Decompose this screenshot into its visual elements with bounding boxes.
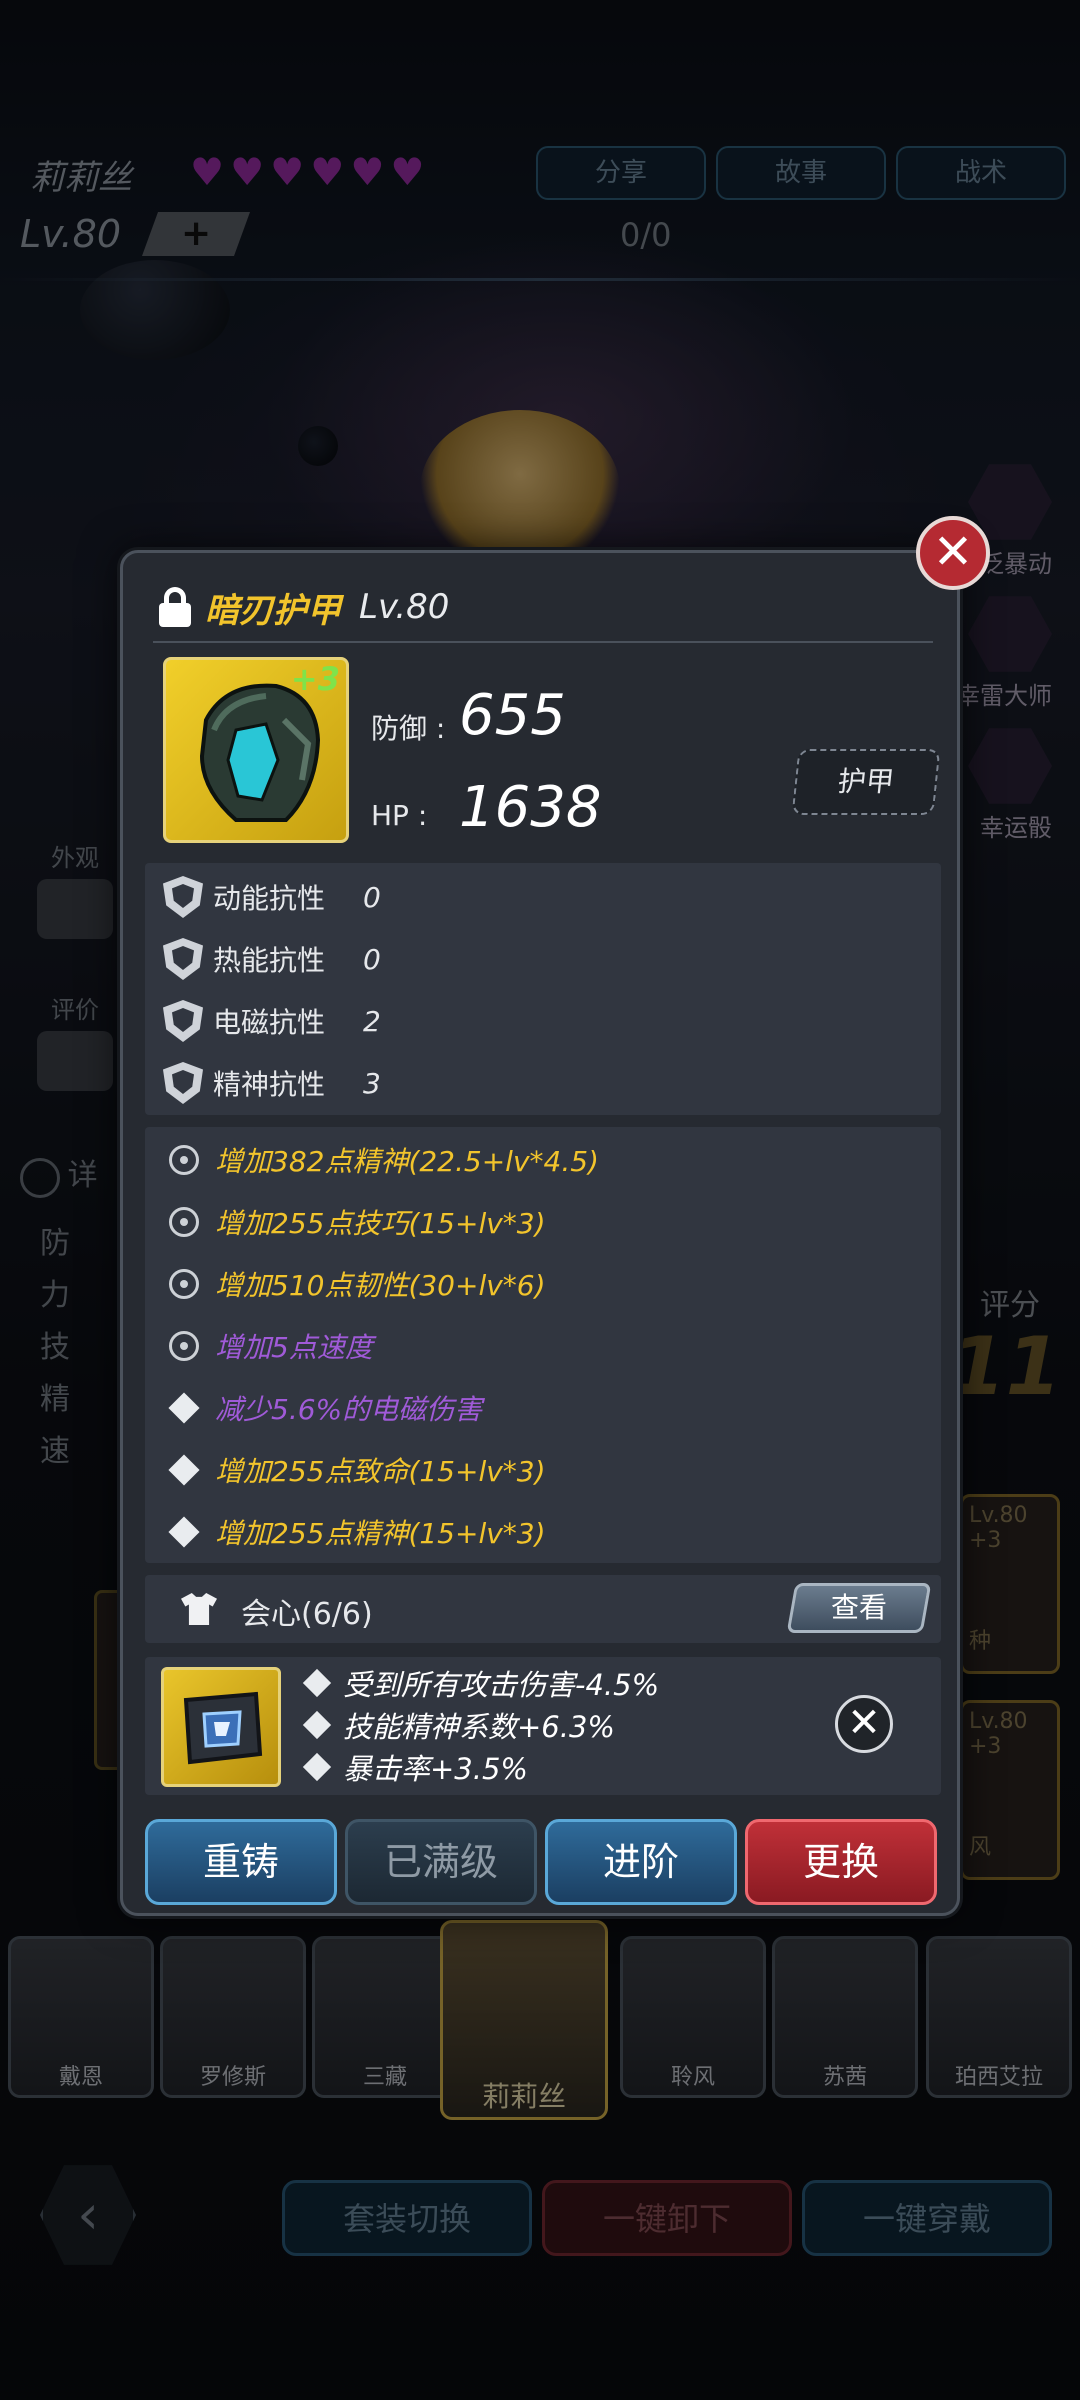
item-type-tag: 护甲 — [791, 749, 941, 815]
lock-icon[interactable] — [159, 587, 191, 627]
electromagnetic-shield-icon — [163, 1000, 203, 1042]
gear-icon — [169, 1331, 199, 1361]
view-set-button[interactable]: 查看 — [786, 1583, 932, 1633]
resistance-row: 动能抗性 0 — [163, 873, 381, 921]
chip-icon[interactable] — [161, 1667, 281, 1787]
title-divider — [153, 641, 933, 643]
gem-effect-text: 受到所有攻击伤害-4.5% — [343, 1668, 660, 1702]
resistance-name: 热能抗性 — [213, 944, 326, 977]
attribute-row: 增加382点精神(22.5+lv*4.5) — [169, 1137, 599, 1183]
gem-effect: 暴击率+3.5% — [302, 1747, 528, 1787]
attribute-row: 增加5点速度 — [169, 1323, 373, 1369]
attribute-row: 增加255点精神(15+lv*3) — [168, 1509, 546, 1555]
attribute-text: 增加5点速度 — [215, 1331, 373, 1364]
set-bonus-row: 会心(6/6) 查看 — [145, 1575, 941, 1643]
gem-effect-text: 技能精神系数+6.3% — [343, 1710, 615, 1744]
defense-value: 655 — [459, 683, 566, 748]
kinetic-shield-icon — [163, 876, 203, 918]
remove-gem-button[interactable]: ✕ — [835, 1695, 893, 1753]
item-name: 暗刃护甲 — [205, 590, 341, 631]
resistance-value: 2 — [363, 1004, 381, 1038]
equipment-detail-modal: 暗刃护甲 Lv.80 +3 防御 : 655 HP : 1638 护甲 动能抗性… — [120, 550, 960, 1916]
close-modal-button[interactable]: ✕ — [916, 516, 990, 590]
close-icon: ✕ — [932, 524, 974, 580]
resistance-name: 动能抗性 — [213, 882, 326, 915]
attribute-text: 增加255点精神(15+lv*3) — [215, 1517, 546, 1550]
diamond-icon — [168, 1454, 200, 1486]
attribute-row: 增加510点韧性(30+lv*6) — [169, 1261, 546, 1307]
gear-icon — [169, 1207, 199, 1237]
enhance-level: +3 — [290, 660, 340, 698]
gear-icon — [169, 1269, 199, 1299]
attribute-text: 增加255点技巧(15+lv*3) — [215, 1207, 546, 1240]
reforge-button[interactable]: 重铸 — [145, 1819, 337, 1905]
attribute-text: 增加255点致命(15+lv*3) — [215, 1455, 546, 1488]
defense-label: 防御 : — [371, 712, 446, 745]
gem-panel: 受到所有攻击伤害-4.5% 技能精神系数+6.3% 暴击率+3.5% ✕ — [145, 1657, 941, 1795]
thermal-shield-icon — [163, 938, 203, 980]
max-level-button: 已满级 — [345, 1819, 537, 1905]
resistance-panel: 动能抗性 0 热能抗性 0 电磁抗性 2 精神抗性 3 — [145, 863, 941, 1115]
resistance-value: 0 — [363, 942, 381, 976]
attribute-row: 减少5.6%的电磁伤害 — [168, 1385, 483, 1431]
diamond-icon — [302, 1752, 332, 1782]
chip-icon-art — [183, 1691, 263, 1765]
resistance-row: 电磁抗性 2 — [163, 997, 381, 1045]
diamond-icon — [168, 1392, 200, 1424]
hp-value: 1638 — [459, 775, 602, 840]
attribute-text: 增加510点韧性(30+lv*6) — [215, 1269, 546, 1302]
armor-icon: +3 — [163, 657, 349, 843]
hp-label: HP : — [371, 799, 428, 832]
replace-button[interactable]: 更换 — [745, 1819, 937, 1905]
item-type-label: 护甲 — [836, 765, 896, 798]
attribute-panel: 增加382点精神(22.5+lv*4.5) 增加255点技巧(15+lv*3) … — [145, 1127, 941, 1563]
gem-effect: 技能精神系数+6.3% — [302, 1705, 615, 1745]
resistance-value: 3 — [363, 1066, 381, 1100]
attribute-row: 增加255点技巧(15+lv*3) — [169, 1199, 546, 1245]
attribute-row: 增加255点致命(15+lv*3) — [168, 1447, 546, 1493]
resistance-value: 0 — [363, 880, 381, 914]
attribute-text: 增加382点精神(22.5+lv*4.5) — [215, 1145, 599, 1178]
resistance-row: 精神抗性 3 — [163, 1059, 381, 1107]
resistance-row: 热能抗性 0 — [163, 935, 381, 983]
mental-shield-icon — [163, 1062, 203, 1104]
gem-effect-text: 暴击率+3.5% — [343, 1752, 528, 1786]
resistance-name: 电磁抗性 — [213, 1006, 326, 1039]
diamond-icon — [302, 1668, 332, 1698]
gem-effect: 受到所有攻击伤害-4.5% — [302, 1663, 660, 1703]
modal-title: 暗刃护甲 Lv.80 — [159, 583, 449, 631]
advance-button[interactable]: 进阶 — [545, 1819, 737, 1905]
view-set-label: 查看 — [830, 1591, 887, 1624]
resistance-name: 精神抗性 — [213, 1068, 326, 1101]
set-name: 会心(6/6) — [241, 1597, 373, 1632]
gear-icon — [169, 1145, 199, 1175]
close-icon: ✕ — [847, 1700, 881, 1746]
shirt-icon — [181, 1593, 217, 1625]
attribute-text: 减少5.6%的电磁伤害 — [215, 1393, 483, 1426]
diamond-icon — [302, 1710, 332, 1740]
diamond-icon — [168, 1516, 200, 1548]
item-level: Lv.80 — [359, 587, 450, 627]
